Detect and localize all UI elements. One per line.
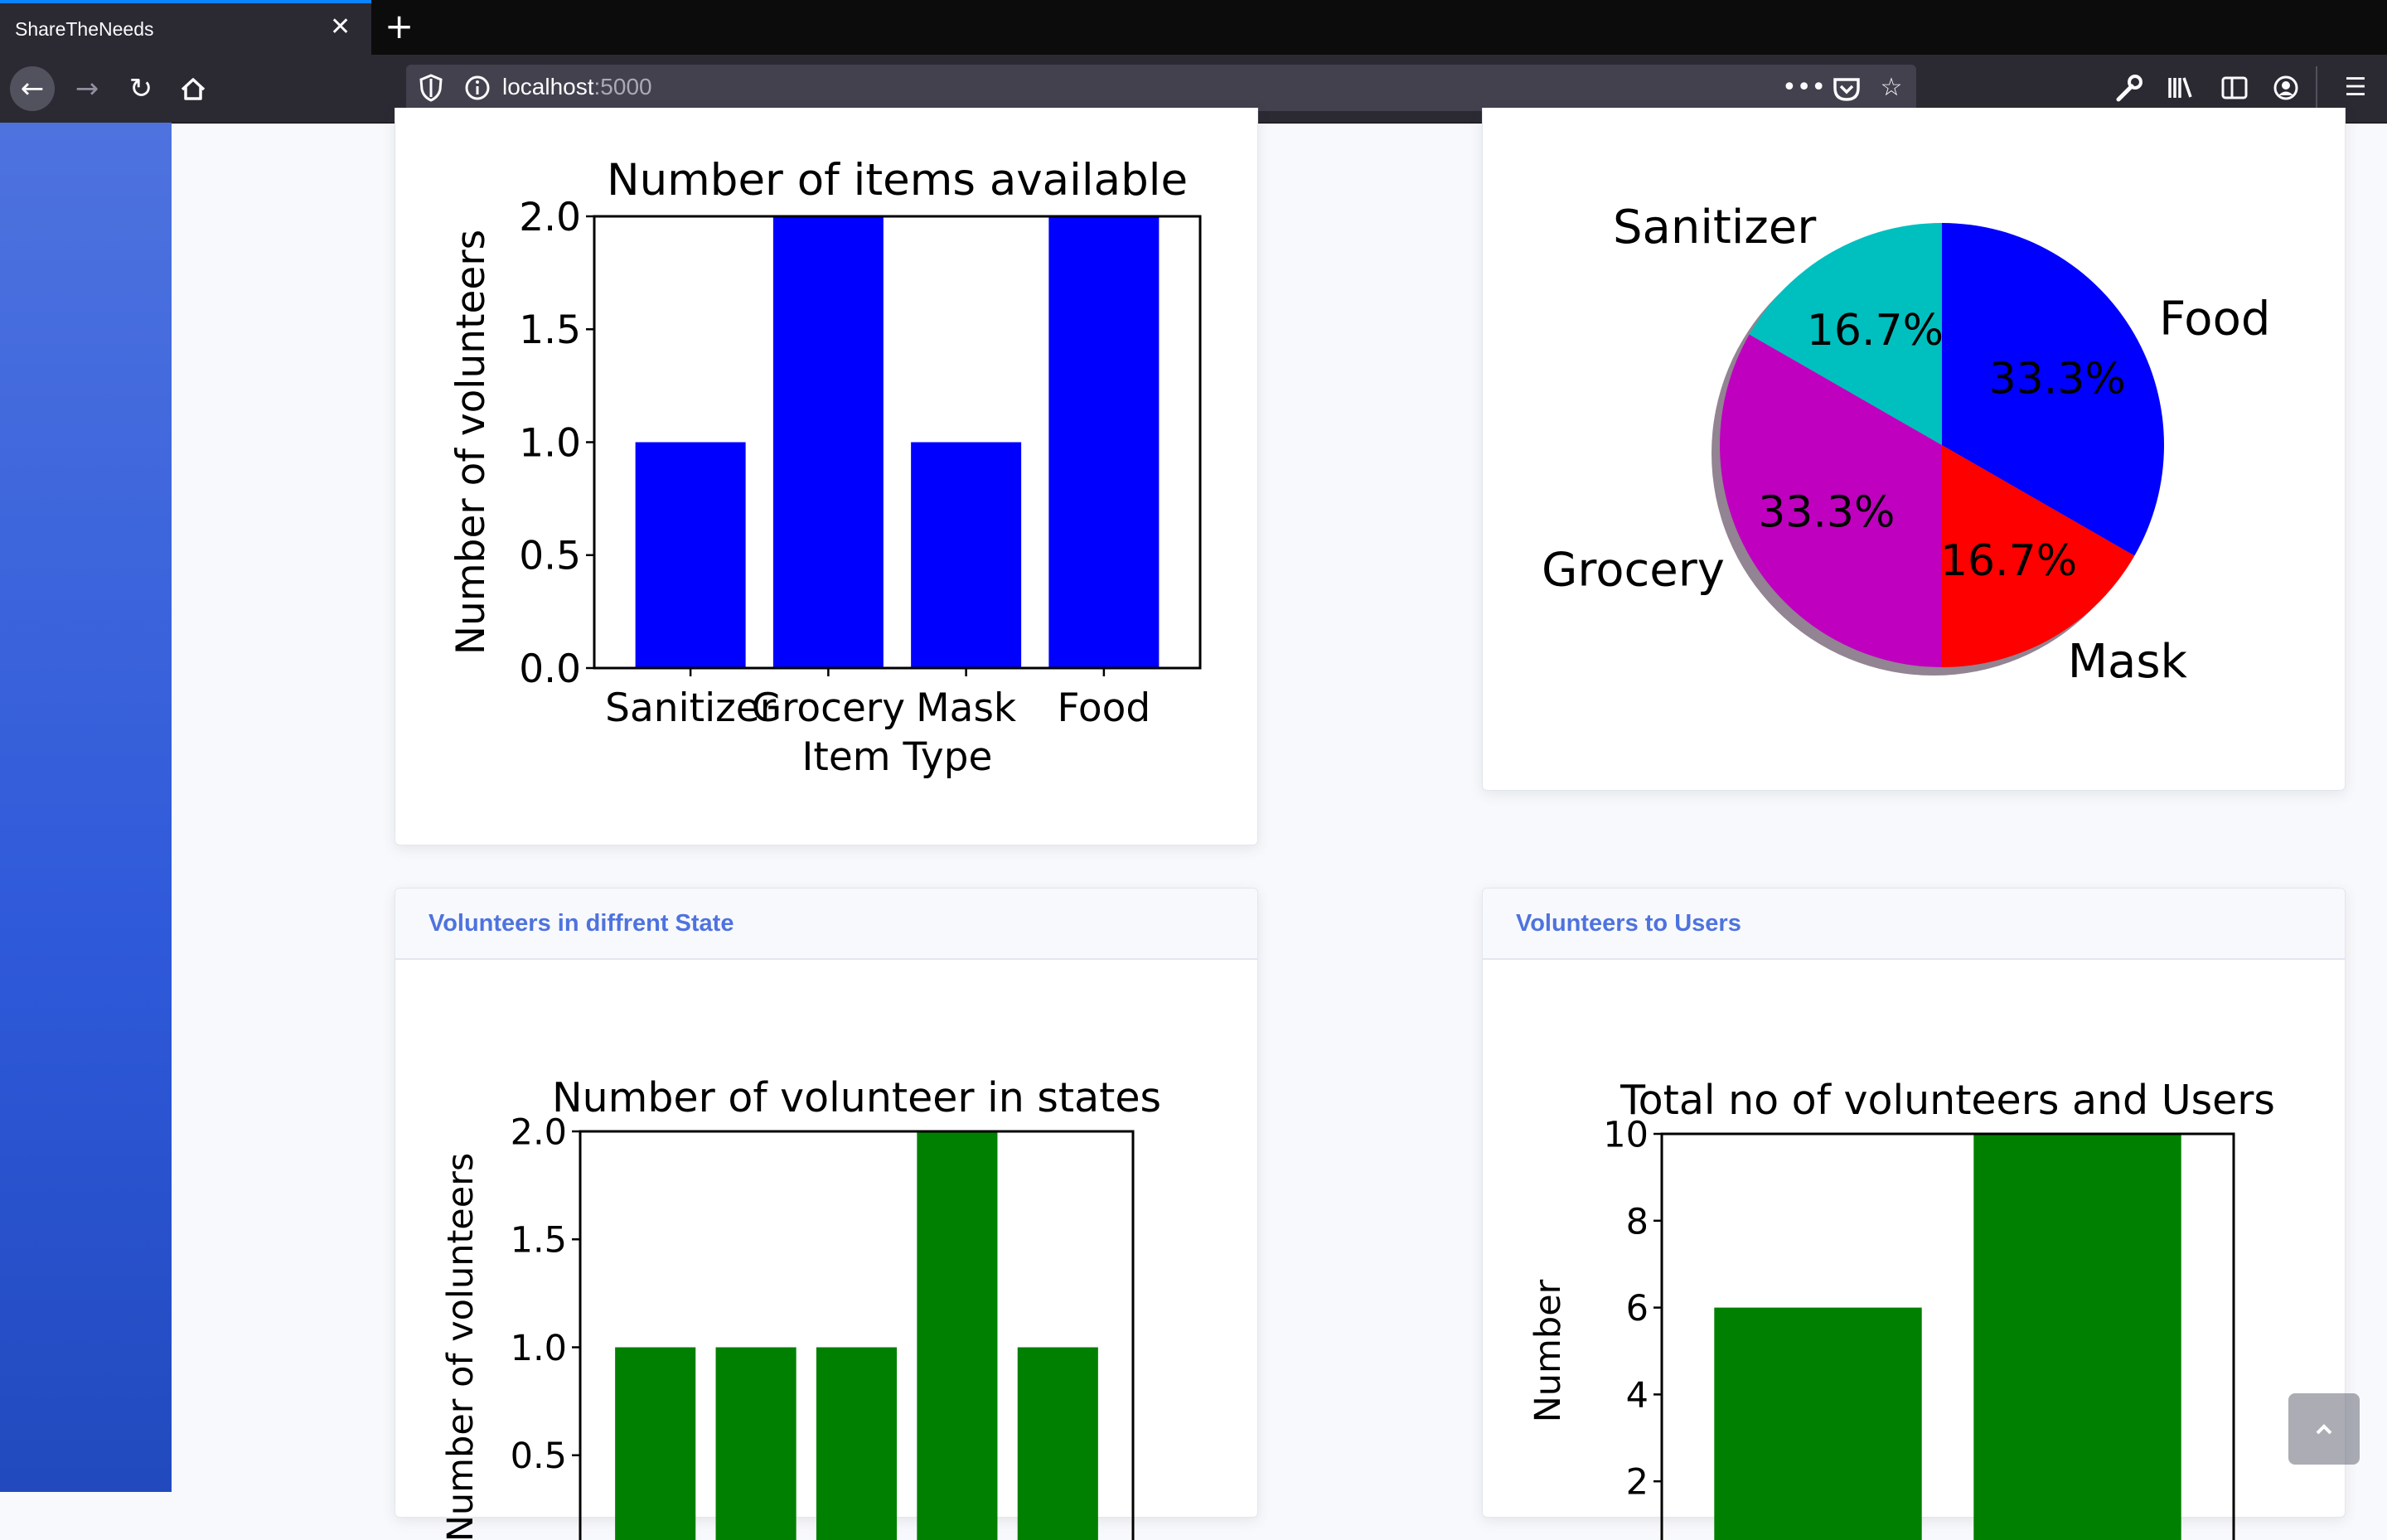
x-tick-label-1: Grocery — [752, 685, 905, 731]
y-axis-label: Number — [1528, 1279, 1569, 1422]
tracking-protection-icon[interactable] — [416, 71, 446, 104]
bar-3 — [1048, 216, 1159, 668]
site-info-icon[interactable] — [462, 73, 492, 103]
bar-0 — [615, 1348, 695, 1540]
pie-pct-label-0: 33.3% — [1989, 354, 2126, 404]
items-chart-card: Number of items availableSanitizerGrocer… — [395, 108, 1258, 845]
url-text[interactable]: localhost:5000 — [502, 74, 652, 100]
forward-icon[interactable]: → — [65, 66, 109, 111]
pie-label-3: Sanitizer — [1613, 201, 1817, 254]
y-tick-label-4: 8 — [1626, 1201, 1649, 1242]
volunteers-users-bar-chart: Total no of volunteers and Users0246810N… — [1483, 960, 2345, 1540]
volunteers-users-card: Volunteers to Users Total no of voluntee… — [1482, 888, 2346, 1518]
back-icon[interactable]: ← — [10, 66, 55, 111]
y-tick-label-1: 2 — [1626, 1462, 1649, 1504]
pie-pct-label-3: 16.7% — [1807, 306, 1944, 356]
card-title: Volunteers in diffrent State — [428, 910, 734, 937]
y-tick-label-3: 6 — [1626, 1288, 1649, 1329]
chart-title: Number of volunteer in states — [552, 1074, 1161, 1121]
sidebar — [0, 123, 172, 1492]
bar-0 — [1714, 1308, 1921, 1540]
tab-title: ShareTheNeeds — [15, 18, 154, 41]
home-icon[interactable] — [171, 66, 215, 111]
items-pie-chart: 33.3% Food 16.7% Mask 33.3% Grocery 16.7% Sanit… — [1483, 108, 2345, 787]
account-icon[interactable] — [2269, 70, 2302, 106]
url-port: :5000 — [594, 74, 652, 99]
y-tick-label-0: 0.0 — [519, 647, 581, 692]
new-tab-icon[interactable]: + — [385, 7, 414, 46]
y-tick-label-4: 2.0 — [519, 195, 581, 240]
scroll-to-top-button[interactable] — [2288, 1393, 2360, 1465]
pie-label-0: Food — [2159, 292, 2270, 346]
bar-2 — [816, 1348, 897, 1540]
toolbar-divider — [2316, 66, 2317, 111]
pie-label-1: Mask — [2068, 635, 2188, 689]
y-tick-label-2: 1.0 — [519, 420, 581, 466]
y-tick-label-2: 1.0 — [511, 1328, 567, 1369]
volunteers-state-card: Volunteers in diffrent State Number of v… — [395, 888, 1258, 1518]
bar-1 — [773, 216, 884, 668]
y-tick-label-1: 0.5 — [511, 1436, 567, 1477]
y-tick-label-2: 4 — [1626, 1375, 1649, 1417]
pie-pct-label-1: 16.7% — [1940, 536, 2077, 586]
bar-1 — [1973, 1134, 2181, 1540]
y-tick-label-4: 2.0 — [511, 1111, 567, 1153]
bar-3 — [917, 1131, 997, 1540]
y-axis-label: Number of volunteers — [448, 230, 494, 655]
bookmark-star-icon[interactable]: ☆ — [1875, 70, 1908, 106]
items-bar-chart: Number of items availableSanitizerGrocer… — [395, 108, 1257, 837]
card-header: Volunteers to Users — [1483, 889, 2345, 960]
y-tick-label-5: 10 — [1603, 1114, 1649, 1155]
x-axis-label: Item Type — [802, 734, 993, 780]
chart-title: Total no of volunteers and Users — [1620, 1077, 2275, 1124]
url-host: localhost — [502, 74, 594, 99]
page-actions-icon[interactable]: ••• — [1782, 70, 1815, 106]
pocket-icon[interactable] — [1830, 70, 1863, 106]
reload-icon[interactable]: ↻ — [119, 66, 163, 111]
chart-title: Number of items available — [607, 155, 1188, 206]
x-tick-label-2: Mask — [916, 685, 1017, 731]
y-tick-label-3: 1.5 — [511, 1220, 567, 1262]
y-tick-label-3: 1.5 — [519, 308, 581, 353]
bar-4 — [1018, 1348, 1098, 1540]
items-pie-card: 33.3% Food 16.7% Mask 33.3% Grocery 16.7% Sanit… — [1482, 108, 2346, 791]
pie-pct-label-2: 33.3% — [1758, 488, 1895, 538]
y-tick-label-1: 0.5 — [519, 534, 581, 579]
menu-icon[interactable]: ☰ — [2339, 70, 2372, 106]
close-tab-icon[interactable]: ✕ — [330, 15, 351, 40]
pie-label-2: Grocery — [1542, 544, 1725, 598]
x-tick-label-3: Food — [1058, 685, 1151, 731]
library-icon[interactable] — [2163, 70, 2196, 106]
bar-0 — [636, 443, 746, 669]
browser-tab[interactable]: ShareTheNeeds ✕ — [0, 0, 371, 55]
card-header: Volunteers in diffrent State — [395, 889, 1257, 960]
y-axis-label: Number of volunteers — [440, 1153, 482, 1540]
volunteers-state-bar-chart: Number of volunteer in states0.00.51.01.… — [395, 960, 1257, 1540]
bar-2 — [911, 443, 1021, 669]
sidebar-toggle-icon[interactable] — [2218, 70, 2251, 106]
customize-wrench-icon[interactable] — [2112, 70, 2145, 106]
card-title: Volunteers to Users — [1516, 910, 1741, 937]
bar-1 — [716, 1348, 796, 1540]
